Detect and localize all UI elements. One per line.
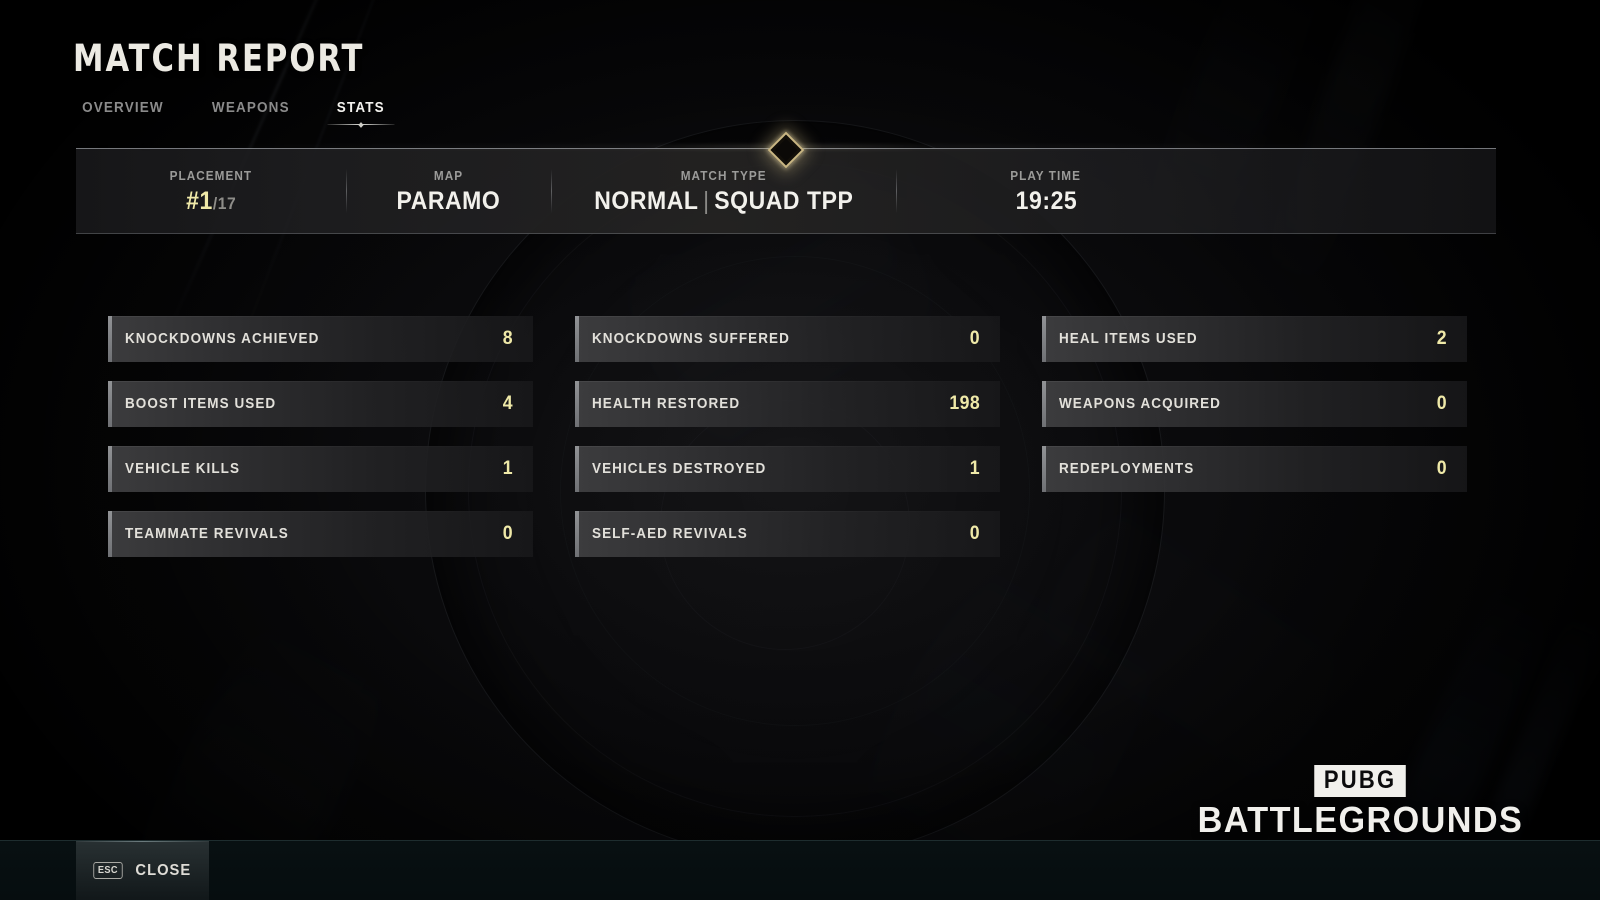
stat-label: VEHICLE KILLS <box>125 461 241 477</box>
tab-overview-label: OVERVIEW <box>82 100 164 116</box>
stat-value: 0 <box>1436 458 1447 479</box>
match-info-bar: PLACEMENT #1/17 MAP PARAMO MATCH TYPE NO… <box>76 131 1496 234</box>
stat-row: WEAPONS ACQUIRED 0 <box>1042 381 1467 427</box>
close-button-label: CLOSE <box>134 861 191 879</box>
stat-label: HEALTH RESTORED <box>592 396 741 412</box>
tab-weapons[interactable]: WEAPONS <box>206 98 295 125</box>
play-time-label: PLAY TIME <box>1010 168 1082 183</box>
stats-grid: KNOCKDOWNS ACHIEVED 8 BOOST ITEMS USED 4… <box>108 316 1467 557</box>
match-type-value: NORMAL | SQUAD TPP <box>593 186 854 215</box>
stat-label: KNOCKDOWNS SUFFERED <box>592 331 790 347</box>
tab-stats[interactable]: STATS <box>327 98 394 125</box>
stat-label: HEAL ITEMS USED <box>1059 331 1198 347</box>
logo-battlegrounds-text: BATTLEGROUNDS <box>1197 799 1524 840</box>
placement-rank: #1 <box>185 186 213 215</box>
stat-label: BOOST ITEMS USED <box>125 396 277 412</box>
tab-bar: OVERVIEW WEAPONS STATS <box>73 98 394 125</box>
stat-row: VEHICLE KILLS 1 <box>108 446 533 492</box>
map-value: PARAMO <box>396 186 501 215</box>
stat-label: SELF-AED REVIVALS <box>592 526 748 542</box>
stat-value: 0 <box>502 523 513 544</box>
pubg-battlegrounds-logo: PUBG BATTLEGROUNDS <box>1189 765 1532 838</box>
info-cell-map: MAP PARAMO <box>346 149 551 233</box>
map-label: MAP <box>433 168 464 183</box>
logo-pubg-text: PUBG <box>1314 765 1407 797</box>
stat-value: 1 <box>969 458 980 479</box>
stat-row: TEAMMATE REVIVALS 0 <box>108 511 533 557</box>
stat-row: BOOST ITEMS USED 4 <box>108 381 533 427</box>
tab-overview[interactable]: OVERVIEW <box>76 98 169 125</box>
stat-label: WEAPONS ACQUIRED <box>1059 396 1221 412</box>
stat-label: TEAMMATE REVIVALS <box>125 526 289 542</box>
page-title: MATCH REPORT <box>73 37 365 80</box>
play-time-value: 19:25 <box>1015 186 1077 215</box>
stat-row: KNOCKDOWNS SUFFERED 0 <box>575 316 1000 362</box>
info-cell-placement: PLACEMENT #1/17 <box>76 149 346 233</box>
info-cell-match-type: MATCH TYPE NORMAL | SQUAD TPP <box>551 149 896 233</box>
stats-column-3: HEAL ITEMS USED 2 WEAPONS ACQUIRED 0 RED… <box>1042 316 1467 557</box>
stat-value: 0 <box>969 328 980 349</box>
esc-key-icon: ESC <box>93 862 123 879</box>
stat-row: KNOCKDOWNS ACHIEVED 8 <box>108 316 533 362</box>
stat-row: HEAL ITEMS USED 2 <box>1042 316 1467 362</box>
tab-stats-label: STATS <box>336 100 385 116</box>
match-report-screen: MATCH REPORT OVERVIEW WEAPONS STATS PLAC… <box>0 0 1600 900</box>
stat-label: REDEPLOYMENTS <box>1059 461 1195 477</box>
placement-total: 17 <box>217 193 237 213</box>
stat-row: HEALTH RESTORED 198 <box>575 381 1000 427</box>
info-cell-play-time: PLAY TIME 19:25 <box>896 149 1196 233</box>
placement-value: #1/17 <box>185 186 237 215</box>
stat-value: 0 <box>969 523 980 544</box>
tab-weapons-label: WEAPONS <box>211 100 290 116</box>
stat-row: REDEPLOYMENTS 0 <box>1042 446 1467 492</box>
stat-value: 8 <box>502 328 513 349</box>
tab-active-underline <box>327 124 394 125</box>
match-type-team: SQUAD TPP <box>713 186 854 215</box>
match-type-mode: NORMAL <box>593 186 699 215</box>
stat-value: 4 <box>502 393 513 414</box>
stat-label: KNOCKDOWNS ACHIEVED <box>125 331 320 347</box>
stat-row: VEHICLES DESTROYED 1 <box>575 446 1000 492</box>
stat-value: 2 <box>1436 328 1447 349</box>
stats-column-1: KNOCKDOWNS ACHIEVED 8 BOOST ITEMS USED 4… <box>108 316 533 557</box>
stat-value: 1 <box>502 458 513 479</box>
close-button[interactable]: ESC CLOSE <box>76 841 209 900</box>
stat-row: SELF-AED REVIVALS 0 <box>575 511 1000 557</box>
header: MATCH REPORT OVERVIEW WEAPONS STATS <box>73 37 394 125</box>
match-type-label: MATCH TYPE <box>680 168 767 183</box>
stat-value: 198 <box>949 393 980 414</box>
stat-label: VEHICLES DESTROYED <box>592 461 767 477</box>
match-type-separator: | <box>702 186 710 215</box>
bottom-bar: ESC CLOSE <box>0 840 1600 900</box>
stat-value: 0 <box>1436 393 1447 414</box>
placement-label: PLACEMENT <box>169 168 253 183</box>
stats-column-2: KNOCKDOWNS SUFFERED 0 HEALTH RESTORED 19… <box>575 316 1000 557</box>
